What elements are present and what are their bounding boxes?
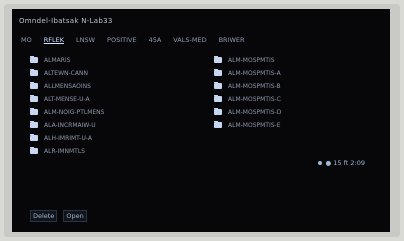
folder-icon: [214, 69, 222, 76]
tab-vals-med[interactable]: VALS-MED: [170, 35, 209, 45]
list-item[interactable]: ALR-IMNMTLS: [30, 147, 196, 155]
folder-icon: [214, 82, 222, 89]
list-item-label: ALH-IMRIMT-U-A: [44, 134, 92, 142]
list-item[interactable]: ALM-MOSPMTIS-E: [214, 121, 380, 129]
list-item[interactable]: ALM-MOSPMTIS: [214, 56, 380, 64]
folder-icon: [30, 56, 38, 63]
window-title: Omndel-Ibatsak N-Lab33: [19, 17, 113, 25]
folder-icon: [30, 69, 38, 76]
folder-icon: [30, 108, 38, 115]
folder-icon: [30, 134, 38, 141]
list-item-label: ALM-MOSPMTIS: [228, 56, 275, 64]
list-item-label: ALT-MENSE-U-A: [44, 95, 90, 103]
folder-icon: [30, 147, 38, 154]
list-item[interactable]: ALT-MENSE-U-A: [30, 95, 196, 103]
file-columns: ALMARIS ALTEWN-CANN ALLMENSAOINS ALT-MEN…: [30, 56, 380, 155]
list-item[interactable]: ALMARIS: [30, 56, 196, 64]
list-item[interactable]: ALM-MOSPMTIS-C: [214, 95, 380, 103]
list-item-label: ALLMENSAOINS: [44, 82, 91, 90]
right-column: ALM-MOSPMTIS ALM-MOSPMTIS-A ALM-MOSPMTIS…: [214, 56, 380, 155]
folder-icon: [30, 95, 38, 102]
status-readout: ● 15 ft 2:09: [317, 159, 365, 167]
list-item-label: ALM-MOSPMTIS-D: [228, 108, 282, 116]
list-item[interactable]: ALH-IMRIMT-U-A: [30, 134, 196, 142]
folder-icon: [214, 108, 222, 115]
tab-positive[interactable]: POSITIVE: [104, 35, 140, 45]
tv-screen: Omndel-Ibatsak N-Lab33 MO RFLEK LNSW POS…: [12, 9, 390, 232]
delete-button[interactable]: Delete: [30, 210, 58, 222]
tab-bar: MO RFLEK LNSW POSITIVE 45A VALS-MED BRIW…: [18, 34, 384, 46]
tab-rflek[interactable]: RFLEK: [41, 35, 67, 45]
list-item-label: ALM-MOSPMTIS-A: [228, 69, 281, 77]
list-item[interactable]: ALM-MOSPMTIS-A: [214, 69, 380, 77]
list-item-label: ALM-MOSPMTIS-B: [228, 82, 281, 90]
status-dot-icon: [317, 161, 322, 165]
folder-icon: [214, 56, 222, 63]
list-item-label: ALM-MOSPMTIS-C: [228, 95, 281, 103]
folder-icon: [214, 95, 222, 102]
list-item-label: ALMARIS: [44, 56, 71, 64]
list-item-label: ALA-INCRMAIW-U: [44, 121, 96, 129]
folder-icon: [30, 121, 38, 128]
list-item[interactable]: ALA-INCRMAIW-U: [30, 121, 196, 129]
list-item-label: ALM-NOIG-PTLMENS: [44, 108, 105, 116]
list-item[interactable]: ALLMENSAOINS: [30, 82, 196, 90]
list-item[interactable]: ALM-MOSPMTIS-B: [214, 82, 380, 90]
tab-45a[interactable]: 45A: [146, 35, 165, 45]
list-item-label: ALR-IMNMTLS: [44, 147, 85, 155]
folder-icon: [30, 82, 38, 89]
tab-lnsw[interactable]: LNSW: [73, 35, 98, 45]
status-text: ● 15 ft 2:09: [325, 159, 365, 167]
open-button[interactable]: Open: [63, 210, 87, 222]
tab-briwer[interactable]: BRIWER: [216, 35, 248, 45]
tab-mo[interactable]: MO: [18, 35, 35, 45]
list-item-label: ALTEWN-CANN: [44, 69, 88, 77]
left-column: ALMARIS ALTEWN-CANN ALLMENSAOINS ALT-MEN…: [30, 56, 196, 155]
list-item[interactable]: ALM-MOSPMTIS-D: [214, 108, 380, 116]
list-item[interactable]: ALTEWN-CANN: [30, 69, 196, 77]
folder-icon: [214, 121, 222, 128]
footer-actions: Delete Open: [30, 210, 87, 222]
list-item-label: ALM-MOSPMTIS-E: [228, 121, 281, 129]
list-item[interactable]: ALM-NOIG-PTLMENS: [30, 108, 196, 116]
